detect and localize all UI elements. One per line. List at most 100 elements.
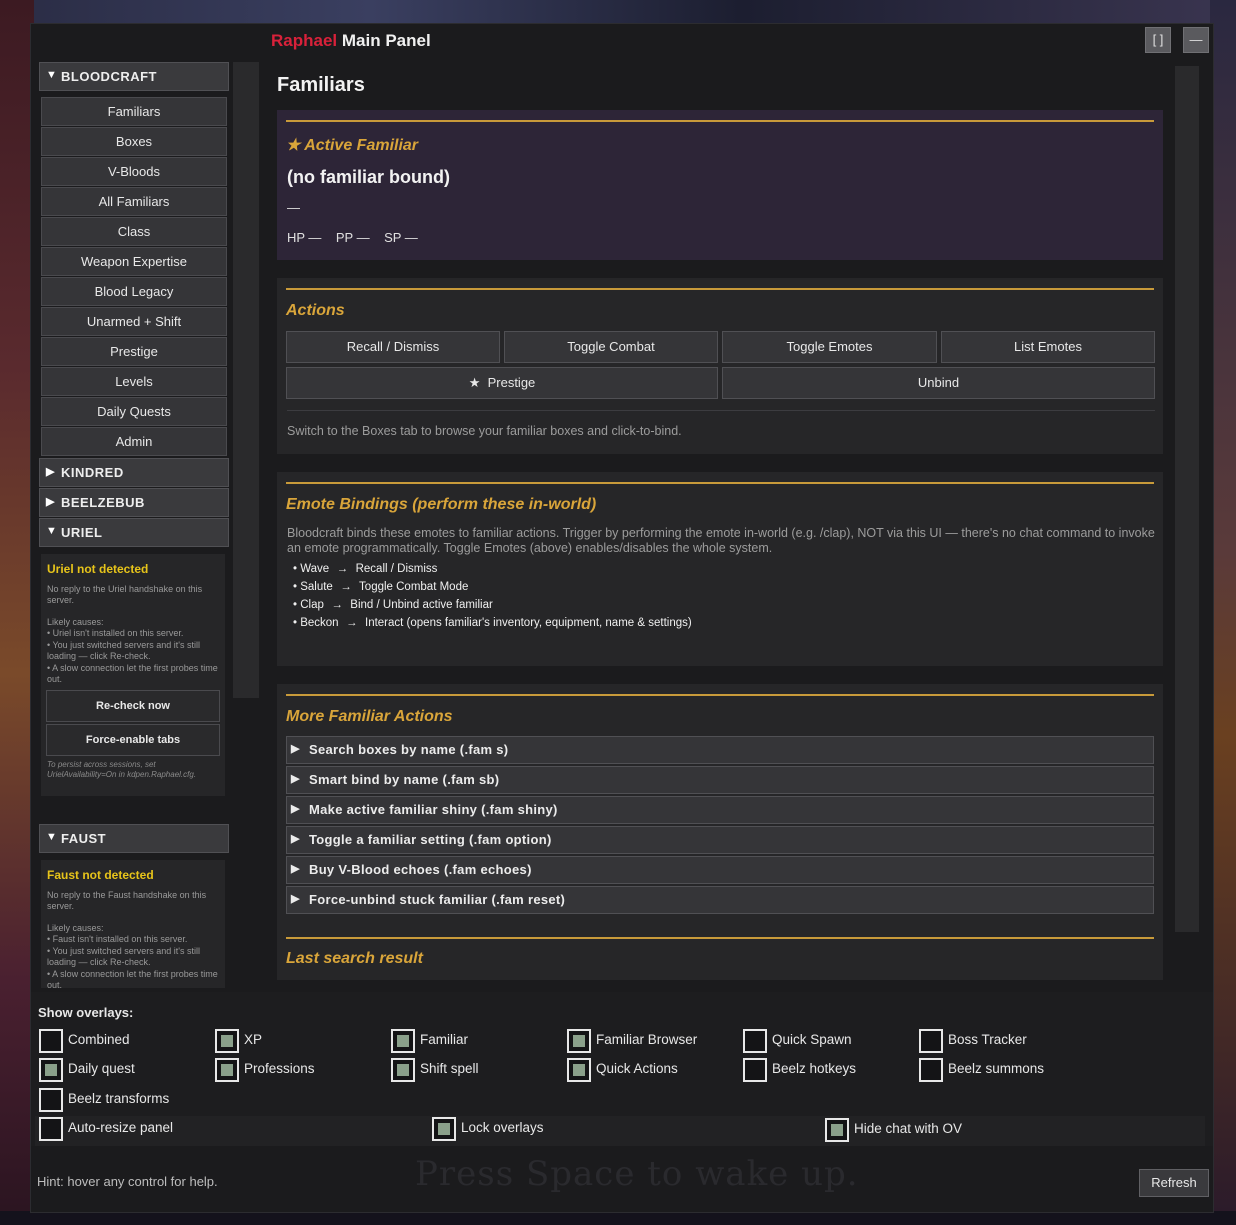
uriel-persist-note: To persist across sessions, set UrielAva… xyxy=(47,760,197,779)
chevron-right-icon: ▶ xyxy=(291,803,300,815)
uriel-causes-title: Likely causes: xyxy=(47,616,104,627)
footer-hint: Hint: hover any control for help. xyxy=(37,1174,218,1189)
refresh-button[interactable]: Refresh xyxy=(1139,1169,1209,1197)
checkbox[interactable] xyxy=(215,1058,239,1082)
faust-status-title: Faust not detected xyxy=(47,868,154,882)
divider xyxy=(286,482,1154,484)
faust-cause-2: • You just switched servers and it's sti… xyxy=(47,945,200,968)
minimize-button[interactable]: — xyxy=(1183,27,1209,53)
toggle-emotes-button[interactable]: Toggle Emotes xyxy=(722,331,937,363)
chevron-right-icon: ▶ xyxy=(291,833,300,845)
nav-familiars[interactable]: Familiars xyxy=(41,97,227,126)
nav-boxes[interactable]: Boxes xyxy=(41,127,227,156)
checkbox[interactable] xyxy=(39,1029,63,1053)
overlays-panel: Show overlays: Combined XP Familiar Fami… xyxy=(31,992,1213,1146)
list-emotes-button[interactable]: List Emotes xyxy=(941,331,1155,363)
nav-class[interactable]: Class xyxy=(41,217,227,246)
checkbox[interactable] xyxy=(39,1058,63,1082)
section-faust[interactable]: ▼ FAUST xyxy=(39,824,229,853)
checkbox[interactable] xyxy=(919,1058,943,1082)
active-familiar-card: ★ Active Familiar (no familiar bound) — … xyxy=(277,110,1163,260)
recall-dismiss-button[interactable]: Recall / Dismiss xyxy=(286,331,500,363)
nav-prestige[interactable]: Prestige xyxy=(41,337,227,366)
check-mark-icon xyxy=(573,1064,585,1076)
force-enable-tabs-button[interactable]: Force-enable tabs xyxy=(46,724,220,756)
checkbox[interactable] xyxy=(39,1088,63,1112)
checkbox[interactable] xyxy=(567,1058,591,1082)
active-familiar-name: (no familiar bound) xyxy=(287,167,450,187)
check-mark-icon xyxy=(438,1123,450,1135)
section-kindred[interactable]: ▶ KINDRED xyxy=(39,458,229,487)
panel-title: Raphael Main Panel xyxy=(271,31,431,51)
check-mark-icon xyxy=(397,1064,409,1076)
section-bloodcraft[interactable]: ▼ BLOODCRAFT xyxy=(39,62,229,91)
check-mark-icon xyxy=(397,1035,409,1047)
arrow-right-icon: → xyxy=(331,599,343,611)
chevron-right-icon: ▶ xyxy=(291,773,300,785)
checkbox[interactable] xyxy=(391,1029,415,1053)
section-uriel-label: URIEL xyxy=(61,525,103,540)
nav-levels[interactable]: Levels xyxy=(41,367,227,396)
force-unbind-action[interactable]: ▶ Force-unbind stuck familiar (.fam rese… xyxy=(286,886,1154,914)
title-bar[interactable]: Raphael Main Panel [ ] — xyxy=(31,24,1213,58)
active-familiar-heading: ★ Active Familiar xyxy=(286,137,419,154)
smart-bind-action[interactable]: ▶ Smart bind by name (.fam sb) xyxy=(286,766,1154,794)
check-mark-icon xyxy=(831,1124,843,1136)
pp-stat: PP — xyxy=(335,230,370,245)
shiny-action[interactable]: ▶ Make active familiar shiny (.fam shiny… xyxy=(286,796,1154,824)
overlay-options-row: Auto-resize panel Lock overlays Hide cha… xyxy=(35,1116,1205,1146)
nav-admin[interactable]: Admin xyxy=(41,427,227,456)
faust-status-line: No reply to the Faust handshake on this … xyxy=(47,889,207,912)
list-item: • Salute → Toggle Combat Mode xyxy=(293,581,469,593)
sidebar: ▼ BLOODCRAFT Familiars Boxes V-Bloods Al… xyxy=(39,60,231,988)
list-item: • Beckon → Interact (opens familiar's in… xyxy=(293,617,692,629)
buy-echoes-action[interactable]: ▶ Buy V-Blood echoes (.fam echoes) xyxy=(286,856,1154,884)
checkbox[interactable] xyxy=(825,1118,849,1142)
nav-all-familiars[interactable]: All Familiars xyxy=(41,187,227,216)
uriel-status-box: Uriel not detected No reply to the Uriel… xyxy=(41,554,225,796)
chevron-down-icon: ▼ xyxy=(46,525,58,537)
checkbox[interactable] xyxy=(215,1029,239,1053)
checkbox[interactable] xyxy=(743,1029,767,1053)
brand-name: Raphael xyxy=(271,31,338,50)
background-bottom xyxy=(0,1211,1236,1225)
checkbox[interactable] xyxy=(39,1117,63,1141)
checkbox[interactable] xyxy=(391,1058,415,1082)
section-beelzebub[interactable]: ▶ BEELZEBUB xyxy=(39,488,229,517)
background-left xyxy=(0,0,34,1225)
nav-unarmed-shift[interactable]: Unarmed + Shift xyxy=(41,307,227,336)
nav-blood-legacy[interactable]: Blood Legacy xyxy=(41,277,227,306)
background-wake-text: Press Space to wake up. xyxy=(415,1154,859,1194)
checkbox[interactable] xyxy=(743,1058,767,1082)
divider xyxy=(286,120,1154,122)
arrow-right-icon: → xyxy=(336,563,349,575)
faust-cause-3: • A slow connection let the first probes… xyxy=(47,968,218,989)
nav-weapon-expertise[interactable]: Weapon Expertise xyxy=(41,247,227,276)
search-boxes-action[interactable]: ▶ Search boxes by name (.fam s) xyxy=(286,736,1154,764)
maximize-button[interactable]: [ ] xyxy=(1145,27,1171,53)
checkbox[interactable] xyxy=(919,1029,943,1053)
last-search-heading: Last search result xyxy=(286,950,423,967)
nav-daily-quests[interactable]: Daily Quests xyxy=(41,397,227,426)
chevron-right-icon: ▶ xyxy=(291,743,300,755)
more-actions-heading: More Familiar Actions xyxy=(286,708,453,725)
recheck-button[interactable]: Re-check now xyxy=(46,690,220,722)
checkbox[interactable] xyxy=(432,1117,456,1141)
prestige-button[interactable]: ★ Prestige xyxy=(286,367,718,399)
toggle-setting-action[interactable]: ▶ Toggle a familiar setting (.fam option… xyxy=(286,826,1154,854)
star-icon: ★ xyxy=(286,137,301,154)
check-mark-icon xyxy=(45,1064,57,1076)
unbind-button[interactable]: Unbind xyxy=(722,367,1155,399)
uriel-status-title: Uriel not detected xyxy=(47,562,149,576)
section-uriel[interactable]: ▼ URIEL xyxy=(39,518,229,547)
toggle-combat-button[interactable]: Toggle Combat xyxy=(504,331,718,363)
sp-stat: SP — xyxy=(384,230,418,245)
sidebar-scrollbar[interactable] xyxy=(233,62,259,698)
arrow-right-icon: → xyxy=(340,581,352,593)
nav-v-bloods[interactable]: V-Bloods xyxy=(41,157,227,186)
chevron-right-icon: ▶ xyxy=(291,863,300,875)
main-scrollbar[interactable] xyxy=(1175,66,1199,932)
checkbox[interactable] xyxy=(567,1029,591,1053)
chevron-right-icon: ▶ xyxy=(46,466,55,478)
chevron-down-icon: ▼ xyxy=(46,69,58,81)
